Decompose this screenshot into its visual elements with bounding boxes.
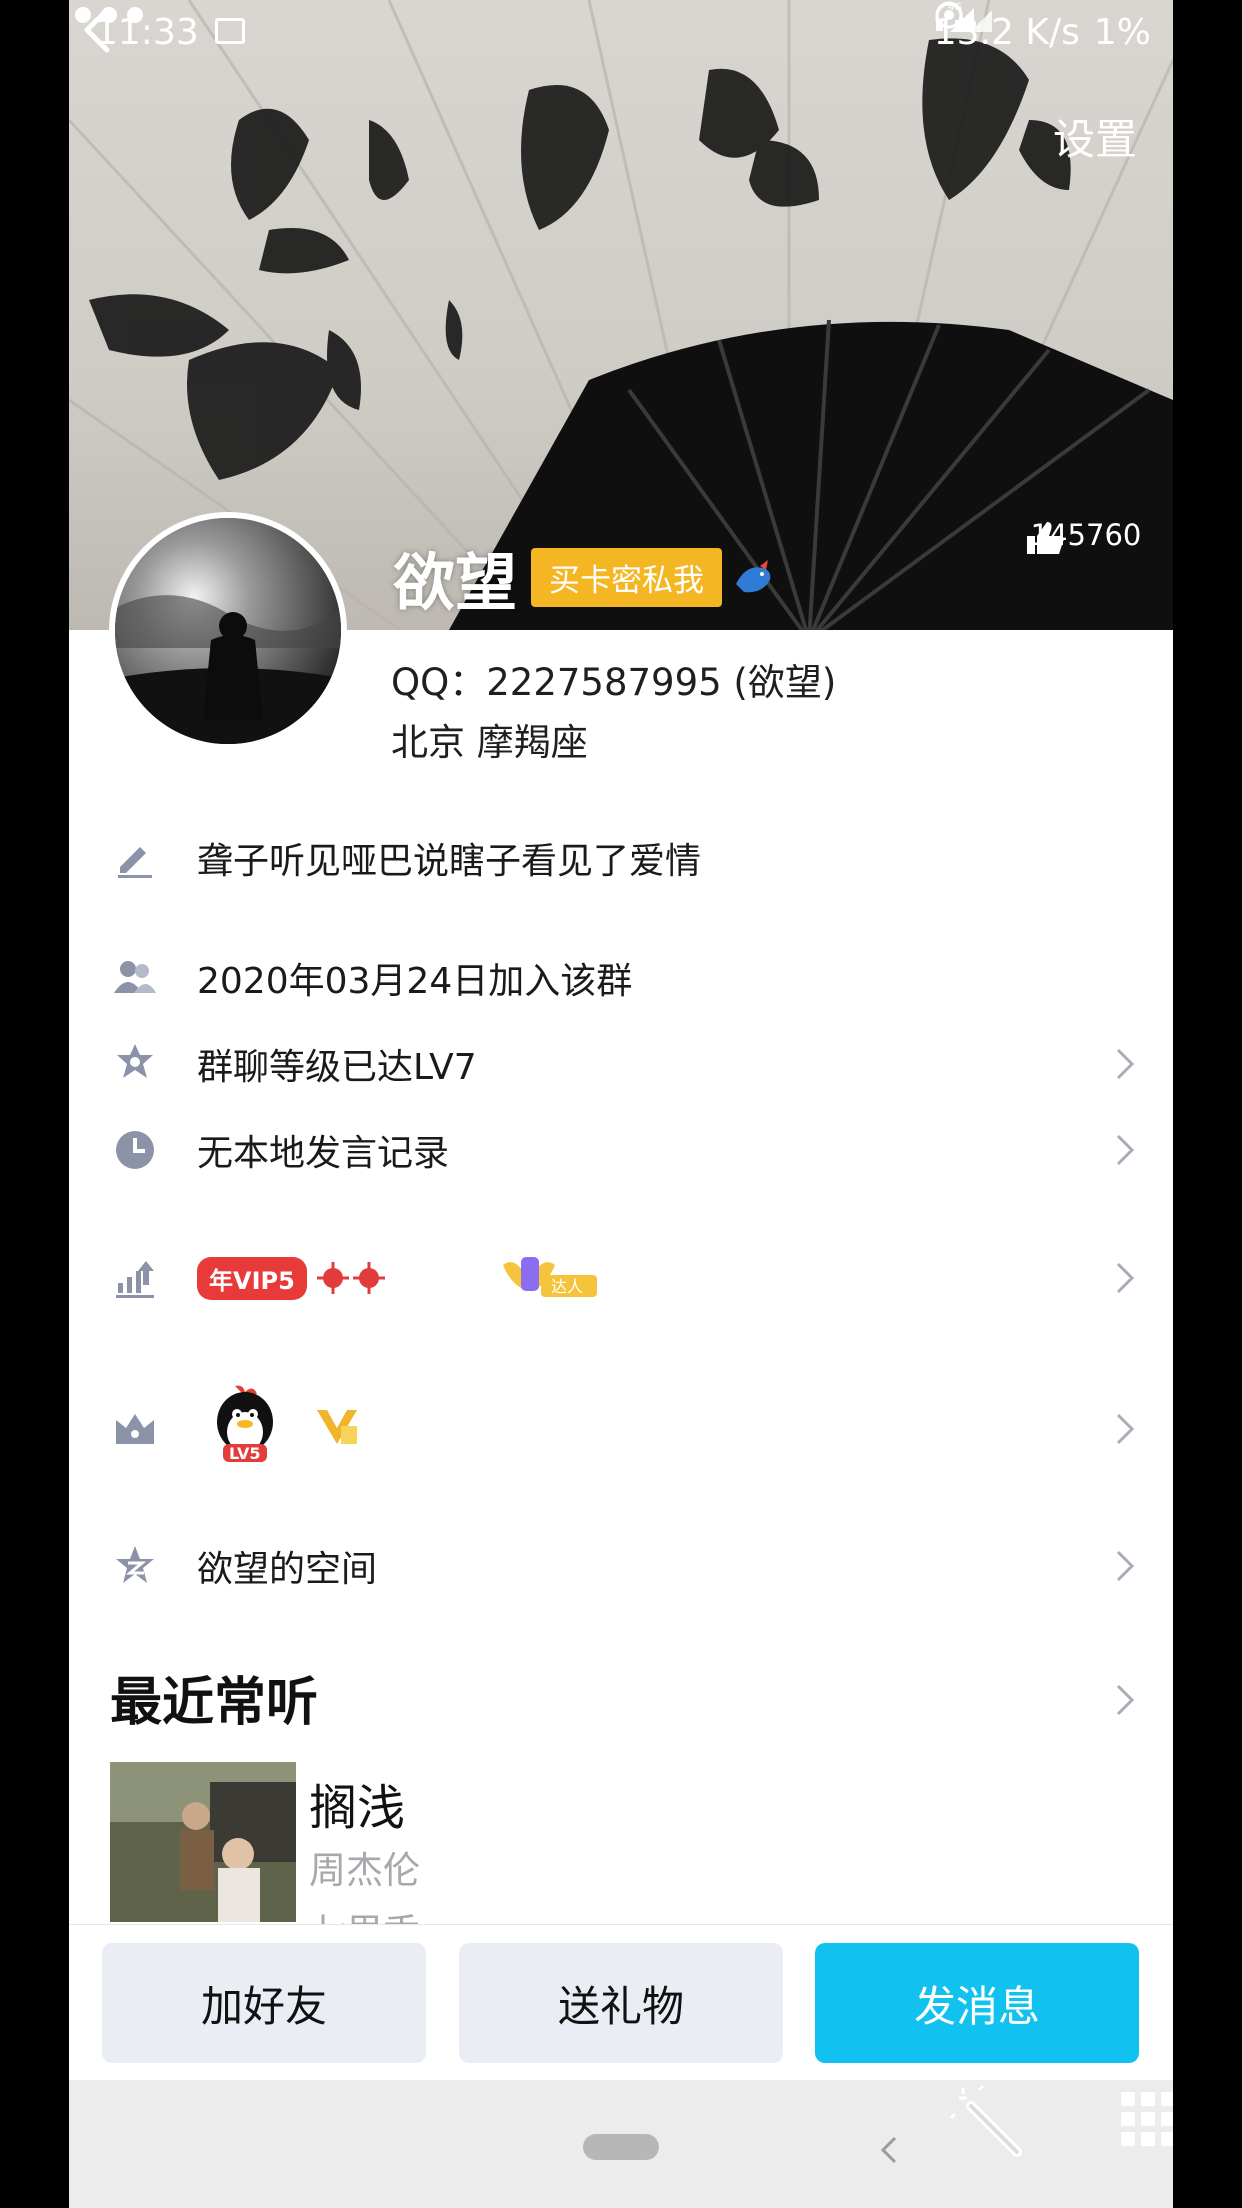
qq-number: QQ：2227587995 (欲望)	[391, 661, 837, 704]
qq-level-row[interactable]: LV5	[69, 1385, 1173, 1472]
chevron-right-icon[interactable]	[1113, 1681, 1137, 1719]
battery-icon	[935, 1, 963, 29]
album-cover[interactable]	[110, 1762, 296, 1922]
send-message-button[interactable]: 发消息	[815, 1943, 1139, 2063]
signature-text: 聋子听见哑巴说瞎子看见了爱情	[197, 841, 702, 882]
avatar[interactable]	[109, 512, 347, 750]
join-date-row: 2020年03月24日加入该群	[69, 938, 1173, 1018]
group-level-row[interactable]: 群聊等级已达LV7	[69, 1024, 1173, 1104]
thumbs-up-icon	[1027, 522, 1064, 554]
recent-music-title: 最近常听	[110, 1673, 319, 1733]
nickname: 欲望	[393, 546, 518, 619]
group-level-text: 群聊等级已达LV7	[197, 1047, 477, 1088]
talent-badge-icon: 达人	[502, 1257, 597, 1297]
qzone-row[interactable]: 欲望的空间	[69, 1526, 1173, 1606]
dragon-badge-icon[interactable]	[730, 554, 776, 600]
action-bar: 加好友 送礼物 发消息	[69, 1924, 1173, 2081]
album-cover-image	[110, 1762, 296, 1922]
qzone-star-icon	[116, 1546, 154, 1583]
magic-wand-icon[interactable]	[949, 2084, 1029, 2164]
group-members-icon	[114, 961, 156, 993]
chevron-right-icon	[1116, 1413, 1135, 1445]
location-constellation: 北京 摩羯座	[391, 721, 588, 764]
song-artist: 周杰伦	[309, 1849, 420, 1892]
chat-record-text: 无本地发言记录	[197, 1133, 450, 1174]
clock-icon	[116, 1131, 154, 1169]
image-notification-icon	[215, 18, 245, 44]
vip-v-badge-icon	[317, 1410, 357, 1444]
add-friend-button[interactable]: 加好友	[102, 1943, 426, 2063]
chevron-right-icon	[1116, 1550, 1135, 1582]
star-badge-icon	[117, 1044, 153, 1078]
chat-record-row[interactable]: 无本地发言记录	[69, 1110, 1173, 1190]
likes-counter[interactable]: 145760	[1021, 518, 1151, 554]
more-dots-icon[interactable]	[69, 0, 149, 30]
profile-screen: 11:33 13.2 K/s 4G 1% 设置 145760 欲望 买卡密私我 …	[69, 0, 1173, 2208]
name-row: 欲望 买卡密私我	[393, 532, 776, 622]
avatar-image	[115, 518, 341, 744]
vip-badge-group: 年VIP5 达人	[197, 1255, 599, 1301]
send-gift-button[interactable]: 送礼物	[459, 1943, 783, 2063]
chevron-right-icon	[1116, 1048, 1135, 1080]
pencil-icon	[118, 847, 152, 878]
chevron-right-icon	[1116, 1134, 1135, 1166]
settings-button[interactable]: 设置	[1053, 106, 1137, 167]
join-date-text: 2020年03月24日加入该群	[197, 961, 633, 1002]
qq-penguin-level-icon: LV5	[217, 1385, 273, 1463]
song-album: 七里香	[309, 1902, 420, 1924]
talent-badge-text: 达人	[551, 1277, 583, 1296]
vip-badges-row[interactable]: 年VIP5 达人	[69, 1238, 1173, 1318]
status-bar: 11:33 13.2 K/s 4G 1%	[69, 0, 1173, 66]
bar-chart-up-icon	[116, 1261, 154, 1298]
qzone-text: 欲望的空间	[197, 1549, 378, 1590]
level-sun-moon-icons	[316, 1262, 487, 1294]
nav-back-icon[interactable]	[879, 2132, 899, 2168]
crown-icon	[116, 1414, 154, 1444]
chevron-right-icon	[1116, 1262, 1135, 1294]
system-nav-bar	[69, 2080, 1173, 2208]
keyboard-grid-icon[interactable]	[1119, 2090, 1173, 2150]
signature-row[interactable]: 聋子听见哑巴说瞎子看见了爱情	[69, 818, 1173, 898]
annual-vip-badge: 年VIP5	[197, 1256, 307, 1300]
qq-level-text: LV5	[229, 1444, 261, 1463]
song-title[interactable]: 搁浅	[309, 1768, 405, 1838]
home-pill-button[interactable]	[583, 2134, 659, 2160]
battery-percent: 1%	[1093, 12, 1151, 53]
custom-tag-badge[interactable]: 买卡密私我	[531, 547, 723, 607]
